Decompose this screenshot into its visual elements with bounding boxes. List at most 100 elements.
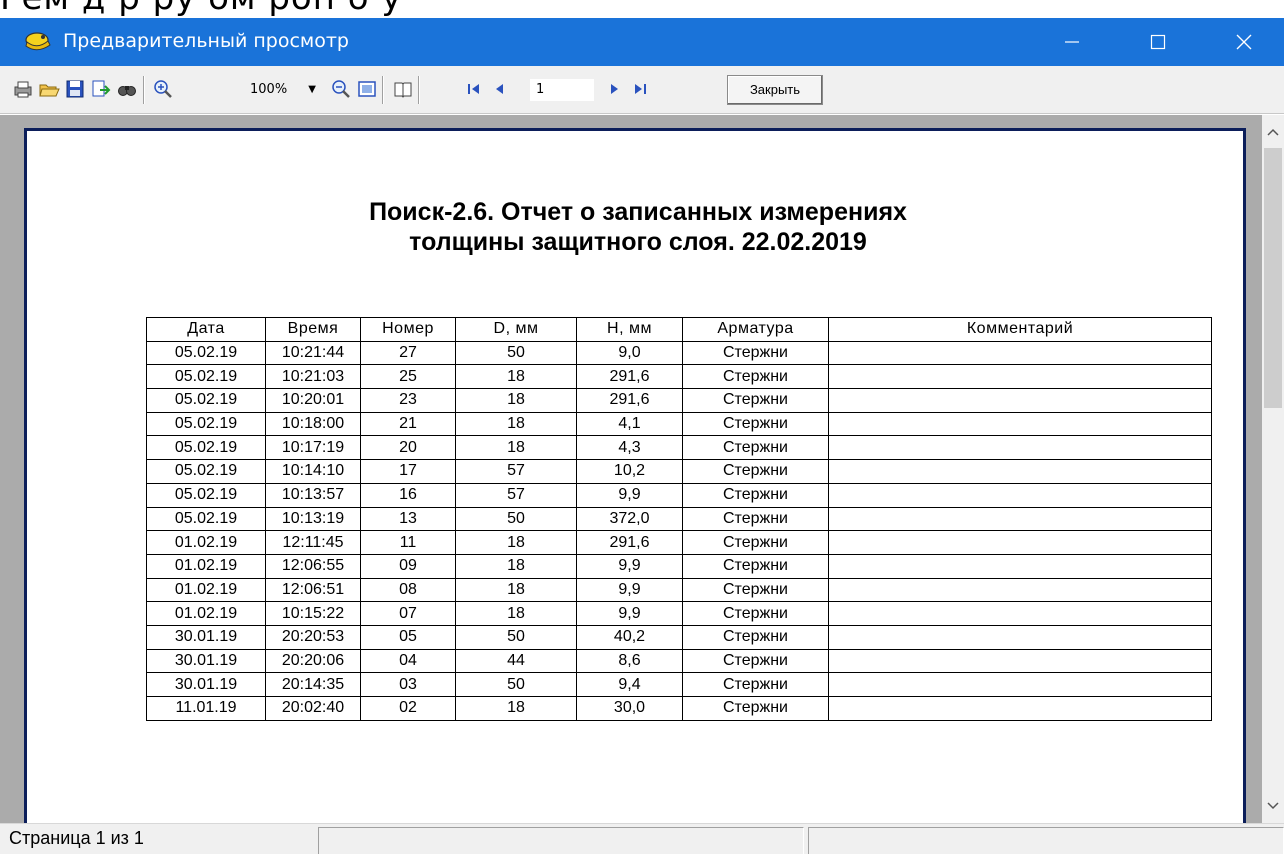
column-header-time: Время — [265, 317, 361, 342]
toolbar-separator — [418, 76, 420, 104]
cell-number: 04 — [360, 648, 456, 674]
cell-d: 50 — [455, 624, 577, 650]
scroll-down-button[interactable] — [1262, 795, 1284, 817]
cell-comment — [828, 577, 1212, 603]
cell-date: 05.02.19 — [146, 482, 266, 508]
cell-time: 20:02:40 — [265, 696, 361, 721]
cell-h: 10,2 — [576, 459, 683, 484]
status-panel — [318, 827, 804, 854]
cell-time: 12:06:55 — [265, 553, 361, 579]
cell-number: 08 — [360, 577, 456, 603]
cell-number: 27 — [360, 340, 456, 366]
cell-d: 18 — [455, 388, 577, 413]
cell-comment — [828, 388, 1212, 413]
cell-date: 05.02.19 — [146, 506, 266, 532]
zoom-in-icon[interactable] — [152, 78, 174, 100]
export-icon[interactable] — [90, 78, 112, 100]
cell-date: 05.02.19 — [146, 411, 266, 437]
cell-date: 01.02.19 — [146, 530, 266, 555]
table-row: 30.01.19 20:20:06 04 44 8,6 Стержни — [146, 648, 1212, 674]
maximize-icon — [1150, 34, 1166, 50]
cell-date: 30.01.19 — [146, 648, 266, 674]
cell-rebar: Стержни — [682, 459, 829, 484]
cell-d: 18 — [455, 435, 577, 461]
title-bar: Предварительный просмотр — [0, 18, 1284, 66]
cell-number: 25 — [360, 364, 456, 390]
last-page-icon[interactable] — [629, 78, 651, 100]
zoom-select[interactable]: 100% ▼ — [246, 79, 320, 101]
cell-comment — [828, 530, 1212, 555]
page-setup-icon[interactable] — [392, 78, 414, 100]
cell-comment — [828, 482, 1212, 508]
chevron-up-icon — [1267, 128, 1279, 136]
cell-d: 44 — [455, 648, 577, 674]
cell-time: 10:14:10 — [265, 459, 361, 484]
cell-time: 10:13:57 — [265, 482, 361, 508]
close-preview-button[interactable]: Закрыть — [727, 75, 823, 105]
scroll-up-button[interactable] — [1262, 121, 1284, 143]
cell-h: 40,2 — [576, 624, 683, 650]
maximize-button[interactable] — [1126, 18, 1190, 66]
preview-toolbar: 100% ▼ 1 Закрыть — [0, 66, 1284, 114]
cell-date: 01.02.19 — [146, 553, 266, 579]
cell-number: 11 — [360, 530, 456, 555]
cell-time: 10:17:19 — [265, 435, 361, 461]
open-folder-icon[interactable] — [38, 78, 60, 100]
report-title: Поиск-2.6. Отчет о записанных измерениях… — [27, 197, 1243, 257]
print-icon[interactable] — [12, 78, 34, 100]
table-row: 05.02.19 10:13:19 13 50 372,0 Стержни — [146, 506, 1212, 532]
cell-d: 50 — [455, 340, 577, 366]
cell-time: 10:21:03 — [265, 364, 361, 390]
table-row: 05.02.19 10:17:19 20 18 4,3 Стержни — [146, 435, 1212, 461]
cell-time: 12:11:45 — [265, 530, 361, 555]
cell-d: 18 — [455, 364, 577, 390]
cell-h: 8,6 — [576, 648, 683, 674]
cell-comment — [828, 648, 1212, 674]
cell-number: 16 — [360, 482, 456, 508]
cell-rebar: Стержни — [682, 553, 829, 579]
cell-rebar: Стержни — [682, 648, 829, 674]
minimize-button[interactable] — [1040, 18, 1104, 66]
cell-h: 9,9 — [576, 553, 683, 579]
cell-number: 20 — [360, 435, 456, 461]
cell-time: 20:14:35 — [265, 672, 361, 697]
cell-d: 18 — [455, 696, 577, 721]
cell-comment — [828, 506, 1212, 532]
chevron-down-icon: ▼ — [308, 84, 316, 95]
first-page-icon[interactable] — [463, 78, 485, 100]
zoom-out-icon[interactable] — [330, 78, 352, 100]
cell-number: 02 — [360, 696, 456, 721]
table-header-row: Дата Время Номер D, мм H, мм Арматура Ко… — [146, 317, 1212, 342]
cell-h: 291,6 — [576, 530, 683, 555]
cell-time: 10:21:44 — [265, 340, 361, 366]
cell-d: 18 — [455, 601, 577, 626]
toolbar-separator — [382, 76, 384, 104]
column-header-rebar: Арматура — [682, 317, 829, 342]
page-width-icon[interactable] — [356, 78, 378, 100]
cell-d: 18 — [455, 411, 577, 437]
table-body: 05.02.19 10:21:44 27 50 9,0 Стержни 05.02.19 10… — [146, 340, 1212, 721]
next-page-icon[interactable] — [603, 78, 625, 100]
find-icon[interactable] — [116, 78, 138, 100]
cell-comment — [828, 624, 1212, 650]
cell-comment — [828, 459, 1212, 484]
column-header-number: Номер — [360, 317, 456, 342]
cell-time: 20:20:06 — [265, 648, 361, 674]
cell-comment — [828, 340, 1212, 366]
cell-number: 05 — [360, 624, 456, 650]
cell-date: 30.01.19 — [146, 672, 266, 697]
save-icon[interactable] — [64, 78, 86, 100]
scrollbar-thumb[interactable] — [1264, 148, 1282, 408]
cell-number: 09 — [360, 553, 456, 579]
app-icon — [25, 32, 51, 51]
cell-number: 23 — [360, 388, 456, 413]
cell-rebar: Стержни — [682, 506, 829, 532]
table-row: 30.01.19 20:20:53 05 50 40,2 Стержни — [146, 624, 1212, 650]
cell-date: 11.01.19 — [146, 696, 266, 721]
cell-h: 4,3 — [576, 435, 683, 461]
previous-page-icon[interactable] — [489, 78, 511, 100]
vertical-scrollbar[interactable] — [1262, 115, 1284, 823]
page-number-input[interactable]: 1 — [530, 79, 594, 101]
close-window-button[interactable] — [1212, 18, 1276, 66]
cell-rebar: Стержни — [682, 435, 829, 461]
